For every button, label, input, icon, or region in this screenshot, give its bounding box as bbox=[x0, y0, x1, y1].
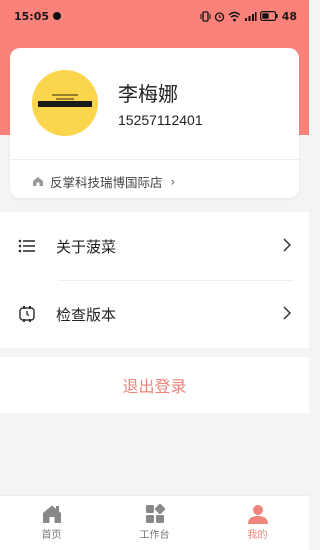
avatar-banner bbox=[38, 101, 92, 107]
tab-home[interactable]: 首页 bbox=[0, 496, 103, 550]
menu-item-about[interactable]: 关于菠菜 bbox=[0, 212, 309, 280]
menu-item-label: 关于菠菜 bbox=[56, 237, 117, 256]
tab-label: 我的 bbox=[247, 530, 268, 541]
battery-icon bbox=[259, 11, 278, 21]
workbench-grid-icon bbox=[145, 504, 165, 523]
status-icons bbox=[200, 10, 278, 22]
chevron-right-icon bbox=[283, 238, 291, 252]
tab-label: 首页 bbox=[41, 530, 62, 541]
avatar-text-line bbox=[56, 98, 74, 100]
chevron-right-icon bbox=[283, 306, 291, 320]
tab-mine[interactable]: 我的 bbox=[206, 496, 309, 550]
store-selector[interactable]: 反掌科技瑞博国际店 › bbox=[32, 172, 175, 191]
alarm-icon bbox=[214, 11, 224, 22]
status-time: 15:05 bbox=[14, 9, 50, 23]
vibrate-icon bbox=[200, 10, 211, 22]
user-icon bbox=[247, 505, 268, 524]
tab-label: 工作台 bbox=[139, 530, 170, 541]
store-icon bbox=[33, 177, 43, 186]
avatar[interactable] bbox=[32, 70, 98, 136]
menu-item-label: 检查版本 bbox=[56, 305, 117, 324]
bottom-tab-bar: 首页 工作台 我的 bbox=[0, 495, 309, 550]
status-left: 15:05 bbox=[14, 9, 62, 23]
list-icon bbox=[18, 237, 36, 255]
user-phone: 15257112401 bbox=[118, 112, 203, 128]
battery-percent: 48 bbox=[281, 9, 297, 23]
tab-workbench[interactable]: 工作台 bbox=[103, 496, 206, 550]
profile-card: 李梅娜 15257112401 反掌科技瑞博国际店 › bbox=[10, 48, 299, 198]
avatar-text-line bbox=[52, 94, 78, 96]
settings-menu: 关于菠菜 检查版本 bbox=[0, 212, 309, 348]
status-bar: 15:05 48 bbox=[0, 0, 309, 32]
status-right: 48 bbox=[200, 10, 297, 23]
logout-button[interactable]: 退出登录 bbox=[0, 357, 309, 413]
version-check-icon bbox=[18, 305, 36, 323]
wifi-icon bbox=[228, 11, 241, 21]
chevron-right-icon: › bbox=[170, 174, 176, 189]
menu-item-check-version[interactable]: 检查版本 bbox=[0, 280, 309, 348]
user-name: 李梅娜 bbox=[118, 82, 178, 106]
store-name: 反掌科技瑞博国际店 bbox=[50, 175, 163, 190]
notification-dot-icon bbox=[53, 12, 62, 20]
card-divider bbox=[10, 159, 299, 160]
signal-icon bbox=[244, 11, 257, 21]
home-icon bbox=[42, 505, 61, 523]
